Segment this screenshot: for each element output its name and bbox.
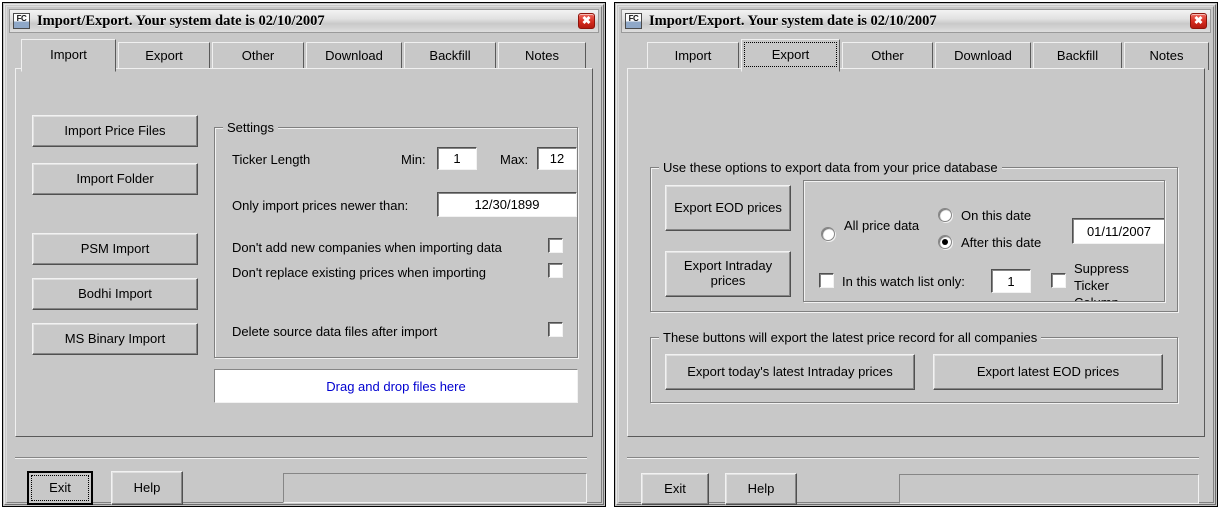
newer-than-label: Only import prices newer than: (232, 198, 409, 213)
exit-button[interactable]: Exit (27, 471, 93, 505)
focus-outline (744, 42, 837, 67)
tab-download[interactable]: Download (935, 42, 1031, 70)
window-bevel-inner-right: FC Import/Export. Your system date is 02… (618, 6, 1214, 505)
export-filter-panel: All price data On this date After this d… (803, 180, 1165, 302)
watch-list-input[interactable]: 1 (991, 269, 1031, 293)
export-options-groupbox: Use these options to export data from yo… (650, 160, 1178, 312)
tab-import[interactable]: Import (647, 42, 739, 70)
window-bevel-inner: FC Import/Export. Your system date is 02… (6, 6, 602, 505)
psm-import-button[interactable]: PSM Import (32, 233, 198, 265)
window-bevel-outer-right: FC Import/Export. Your system date is 02… (616, 4, 1216, 505)
export-intraday-prices-button[interactable]: Export Intraday prices (665, 251, 791, 297)
export-latest-eod-button[interactable]: Export latest EOD prices (933, 354, 1163, 390)
exit-button[interactable]: Exit (641, 473, 709, 505)
latest-prices-group-title: These buttons will export the latest pri… (659, 330, 1042, 345)
suppress-ticker-column-label: Suppress Ticker Column (1074, 261, 1129, 301)
radio-all-price-data[interactable] (821, 227, 835, 241)
dont-replace-prices-checkbox[interactable] (548, 263, 563, 278)
tab-backfill[interactable]: Backfill (404, 42, 496, 70)
drag-drop-zone[interactable]: Drag and drop files here (214, 369, 578, 403)
titlebar-right: FC Import/Export. Your system date is 02… (621, 9, 1211, 33)
ms-binary-import-button[interactable]: MS Binary Import (32, 323, 198, 355)
tab-notes[interactable]: Notes (1124, 42, 1209, 70)
import-price-files-button[interactable]: Import Price Files (32, 115, 198, 147)
titlebar: FC Import/Export. Your system date is 02… (9, 9, 599, 33)
ticker-max-input[interactable]: 12 (537, 147, 577, 170)
on-this-date-label: On this date (961, 208, 1032, 223)
export-options-group-title: Use these options to export data from yo… (659, 160, 1002, 175)
status-field (283, 473, 587, 503)
latest-prices-groupbox: These buttons will export the latest pri… (650, 330, 1178, 403)
suppress-ticker-column-checkbox[interactable] (1051, 273, 1066, 288)
window-title: Import/Export. Your system date is 02/10… (649, 12, 937, 29)
export-eod-prices-button[interactable]: Export EOD prices (665, 185, 791, 231)
min-label: Min: (401, 152, 426, 167)
import-export-window-left: FC Import/Export. Your system date is 02… (2, 2, 606, 507)
dont-add-companies-checkbox[interactable] (548, 238, 563, 253)
screen: FC Import/Export. Your system date is 02… (0, 0, 1219, 509)
help-button[interactable]: Help (111, 471, 183, 505)
tab-other[interactable]: Other (212, 42, 304, 70)
export-latest-intraday-button[interactable]: Export today's latest Intraday prices (665, 354, 915, 390)
close-icon[interactable]: ✖ (578, 13, 595, 29)
close-icon[interactable]: ✖ (1190, 13, 1207, 29)
dont-add-companies-label: Don't add new companies when importing d… (232, 240, 502, 255)
import-export-window-right: FC Import/Export. Your system date is 02… (614, 2, 1218, 507)
window-bevel-outer: FC Import/Export. Your system date is 02… (4, 4, 604, 505)
tab-backfill[interactable]: Backfill (1033, 42, 1122, 70)
export-date-input[interactable]: 01/11/2007 (1072, 218, 1164, 244)
client-area-left: Import Export Other Download Backfill No… (15, 37, 593, 505)
window-title: Import/Export. Your system date is 02/10… (37, 12, 325, 29)
tab-export[interactable]: Export (741, 39, 840, 72)
dont-replace-prices-label: Don't replace existing prices when impor… (232, 265, 486, 280)
delete-source-files-label: Delete source data files after import (232, 324, 438, 339)
import-folder-button[interactable]: Import Folder (32, 163, 198, 195)
settings-groupbox: Settings Ticker Length Min: 1 Max: 12 On… (214, 120, 578, 358)
ticker-length-label: Ticker Length (232, 152, 311, 167)
watch-list-label: In this watch list only: (842, 274, 965, 289)
tabstrip-left: Import Export Other Download Backfill No… (15, 37, 593, 72)
app-icon: FC (13, 13, 30, 29)
tabpanel-import: Import Price Files Import Folder PSM Imp… (15, 68, 593, 437)
tabpanel-export: Use these options to export data from yo… (627, 68, 1205, 437)
bodhi-import-button[interactable]: Bodhi Import (32, 278, 198, 310)
tabstrip-right: Import Export Other Download Backfill No… (627, 37, 1209, 72)
tab-notes[interactable]: Notes (498, 42, 586, 70)
status-field (899, 474, 1199, 504)
newer-than-input[interactable]: 12/30/1899 (437, 192, 577, 217)
max-label: Max: (500, 152, 529, 167)
settings-group-title: Settings (223, 120, 278, 135)
focus-outline (31, 475, 89, 501)
tab-export[interactable]: Export (118, 42, 210, 70)
all-price-data-label: All price data (844, 218, 920, 233)
tab-other[interactable]: Other (842, 42, 933, 70)
delete-source-files-checkbox[interactable] (548, 322, 563, 337)
drag-drop-label: Drag and drop files here (326, 378, 466, 394)
radio-after-this-date[interactable] (938, 235, 952, 249)
client-area-right: Import Export Other Download Backfill No… (627, 37, 1209, 505)
tab-download[interactable]: Download (306, 42, 402, 70)
footer-separator-right (627, 457, 1199, 459)
footer-separator (15, 457, 587, 459)
help-button[interactable]: Help (725, 473, 797, 505)
after-this-date-label: After this date (961, 235, 1042, 250)
tab-control-right: Import Export Other Download Backfill No… (627, 37, 1209, 437)
tab-control-left: Import Export Other Download Backfill No… (15, 37, 593, 437)
app-icon: FC (625, 13, 642, 29)
ticker-min-input[interactable]: 1 (437, 147, 477, 170)
watch-list-checkbox[interactable] (819, 273, 834, 288)
radio-on-this-date[interactable] (938, 208, 952, 222)
tab-import[interactable]: Import (21, 39, 116, 72)
